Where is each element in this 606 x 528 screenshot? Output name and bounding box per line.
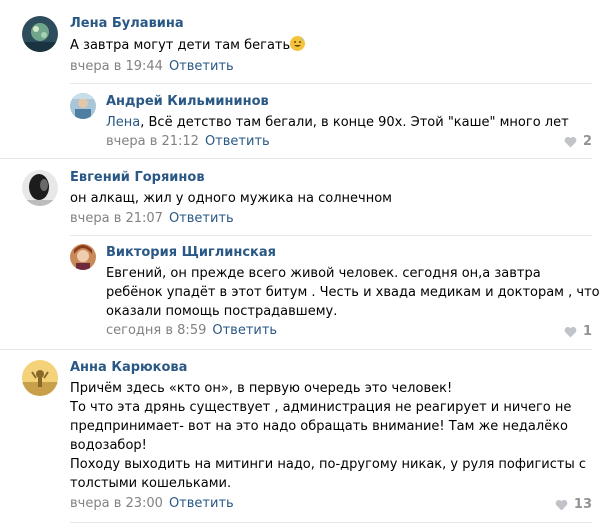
comment-author[interactable]: Лена Булавина [70,16,184,31]
avatar[interactable] [22,16,58,52]
comment-text-line: толстыми кошельками. [70,476,232,491]
comment-text: Евгений, он прежде всего живой человек. … [106,264,600,321]
comment-time[interactable]: вчера в 19:44 [70,59,163,74]
reply-button[interactable]: Ответить [169,211,234,226]
comment-text: А завтра могут дети там бегать [70,36,306,55]
comment-author[interactable]: Андрей Кильмининов [106,94,269,109]
like-button[interactable]: 2 [564,134,592,149]
avatar[interactable] [70,244,96,270]
divider [0,349,592,350]
comment-text: Причём здесь «кто он», в первую очередь … [70,379,586,493]
comment-meta: вчера в 21:12 Ответить [106,134,270,149]
comment-author[interactable]: Анна Карюкова [70,360,187,375]
reply-button[interactable]: Ответить [205,134,270,149]
comment-text-line: Походу выходить на митинги надо, по-друг… [70,457,586,472]
divider [0,158,592,159]
comment-text-line: А завтра могут дети там бегать [70,38,291,53]
comment-text-line: Евгений, он прежде всего живой человек. … [106,266,541,281]
comment-author[interactable]: Евгений Горяинов [70,170,205,185]
grinning-sweat-emoji-icon [290,36,306,51]
comment-time[interactable]: вчера в 21:07 [70,211,163,226]
comment-time[interactable]: вчера в 23:00 [70,496,163,511]
heart-icon [555,499,568,510]
reply-button[interactable]: Ответить [212,323,277,338]
comment-time[interactable]: вчера в 21:12 [106,134,199,149]
comment-text-line: он алкащ, жил у одного мужика на солнечн… [70,191,392,206]
comment-meta: сегодня в 8:59 Ответить [106,323,277,338]
comment-text-line: оказали помощь пострадавшему. [106,304,338,319]
like-button[interactable]: 13 [555,497,592,512]
mention-link[interactable]: Лена [106,115,140,130]
comment-meta: вчера в 19:44 Ответить [70,59,234,74]
avatar[interactable] [70,93,96,119]
comment-text-line: водозабор! [70,438,147,453]
comment-time[interactable]: сегодня в 8:59 [106,323,206,338]
comment-text: он алкащ, жил у одного мужика на солнечн… [70,189,392,208]
avatar[interactable] [22,360,58,396]
comment-text: Лена, Всё детство там бегали, в конце 90… [106,113,569,132]
comment-text-line: То что эта дрянь существует , администра… [70,400,572,415]
like-count: 2 [582,134,592,149]
reply-button[interactable]: Ответить [169,496,234,511]
comment-meta: вчера в 23:00 Ответить [70,496,234,511]
like-button[interactable]: 1 [564,324,592,339]
divider [70,235,592,236]
comment-meta: вчера в 21:07 Ответить [70,211,234,226]
comment-text-line: ребёнок упадёт в этот битум . Честь и хв… [106,285,600,300]
like-count: 1 [582,324,592,339]
heart-icon [564,326,577,337]
comment-author[interactable]: Виктория Щиглинская [106,245,276,260]
avatar[interactable] [22,170,58,206]
comment-text-line: , Всё детство там бегали, в конце 90х. Э… [140,115,569,130]
like-count: 13 [573,497,592,512]
heart-icon [564,136,577,147]
divider [70,83,592,84]
divider [70,522,592,523]
comment-text-line: Причём здесь «кто он», в первую очередь … [70,381,453,396]
reply-button[interactable]: Ответить [169,59,234,74]
comment-text-line: предпринимает- вот на это надо обращать … [70,419,568,434]
